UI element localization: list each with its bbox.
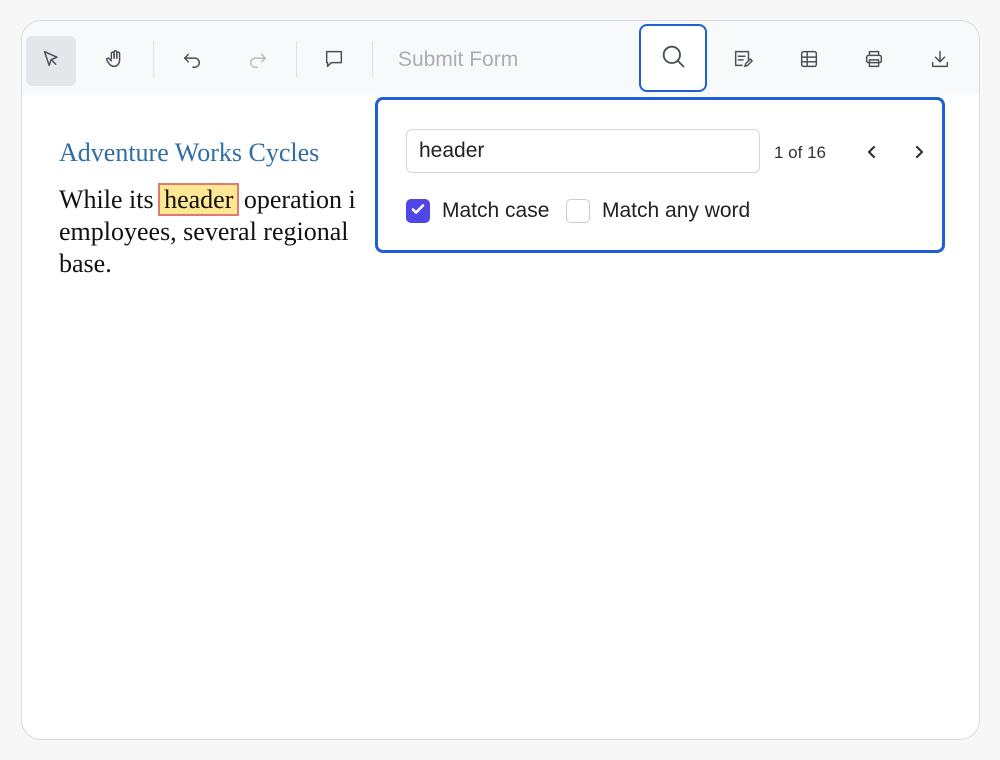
search-icon [659, 42, 687, 75]
document-text: While its [59, 185, 161, 214]
search-button[interactable] [639, 24, 707, 92]
check-icon [410, 201, 426, 222]
edit-annotation-icon [732, 48, 754, 75]
match-case-option[interactable]: Match case [406, 199, 549, 223]
pan-tool-button[interactable] [90, 36, 140, 86]
pointer-icon [40, 48, 62, 75]
chevron-right-icon [912, 145, 926, 164]
document-text: base. [59, 249, 112, 278]
next-match-button[interactable] [905, 140, 933, 168]
form-fields-icon [798, 48, 820, 75]
undo-button[interactable] [167, 36, 217, 86]
annotate-button[interactable] [718, 36, 768, 86]
undo-icon [181, 48, 203, 75]
form-fields-button[interactable] [784, 36, 834, 86]
document-text: operation i [237, 185, 356, 214]
match-any-word-option[interactable]: Match any word [566, 199, 750, 223]
comment-icon [323, 48, 345, 75]
comment-button[interactable] [309, 36, 359, 86]
submit-form-button[interactable]: Submit Form [398, 48, 518, 72]
redo-icon [247, 48, 269, 75]
print-button[interactable] [849, 36, 899, 86]
hand-icon [104, 48, 126, 75]
document-title: Adventure Works Cycles [59, 138, 320, 167]
match-any-word-checkbox[interactable] [566, 199, 590, 223]
pdf-viewer: Submit Form Adventure Works Cycles While… [21, 20, 980, 740]
match-case-checkbox[interactable] [406, 199, 430, 223]
toolbar-separator [372, 41, 373, 77]
chevron-left-icon [865, 145, 879, 164]
download-button[interactable] [915, 36, 965, 86]
toolbar-separator [296, 41, 297, 77]
document-text: employees, several regional [59, 217, 349, 246]
match-count: 1 of 16 [774, 143, 826, 162]
search-input[interactable] [406, 129, 760, 173]
match-case-label: Match case [442, 199, 550, 222]
toolbar: Submit Form [22, 21, 979, 95]
select-tool-button[interactable] [26, 36, 76, 86]
match-any-word-label: Match any word [602, 199, 751, 222]
printer-icon [863, 48, 885, 75]
toolbar-separator [153, 41, 154, 77]
redo-button[interactable] [233, 36, 283, 86]
find-panel: 1 of 16 Match case Match any word [375, 97, 945, 253]
search-highlight: header [158, 183, 240, 216]
download-icon [929, 48, 951, 75]
previous-match-button[interactable] [858, 140, 886, 168]
